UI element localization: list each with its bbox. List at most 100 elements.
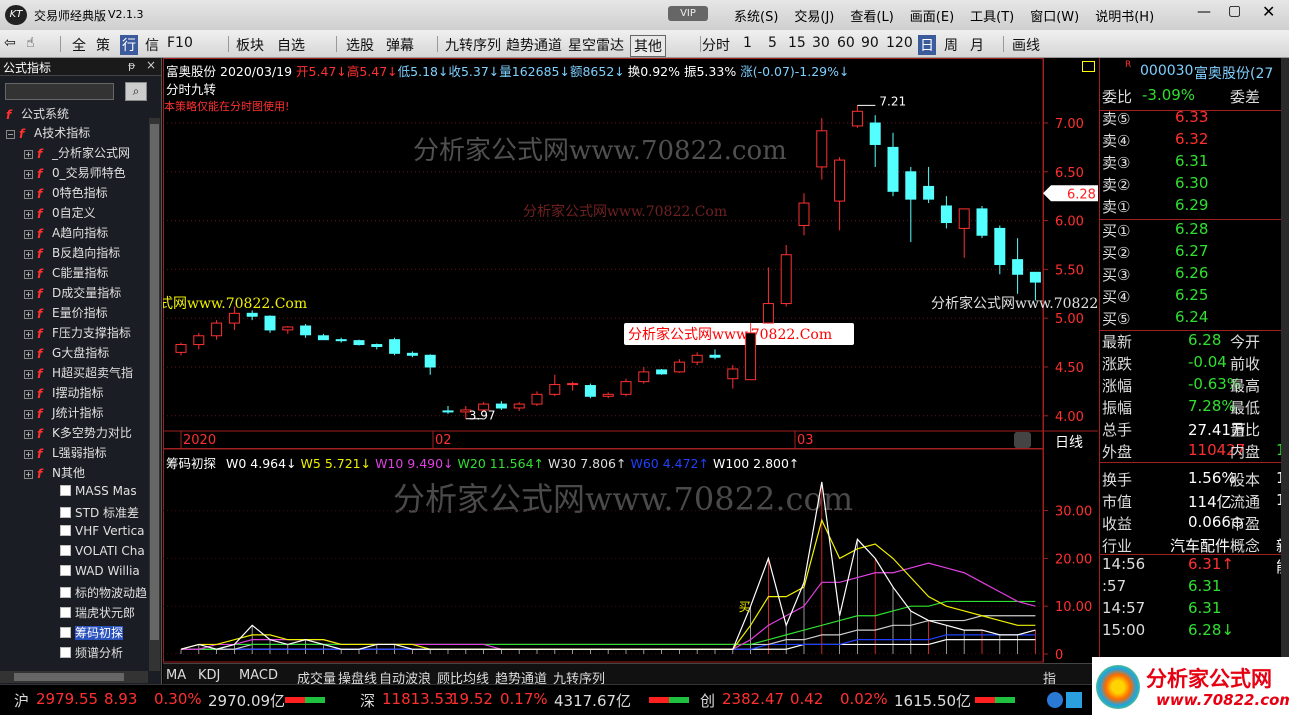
kline-chart-svg[interactable]: 7.006.506.005.505.004.504.006.282020 02 03… <box>103 58 1135 684</box>
tree-item[interactable]: + f F压力支撑指标 <box>24 324 147 344</box>
toolbar-item-9[interactable]: 九转序列 <box>445 35 501 55</box>
close-button[interactable]: ✕ <box>1262 2 1275 21</box>
tree-item[interactable]: + f A趋向指标 <box>24 224 147 244</box>
tree-item[interactable]: + f H超买超卖气指 <box>24 364 147 384</box>
tree-item[interactable]: + f C能量指标 <box>24 264 147 284</box>
tree-item[interactable]: 筹码初探 <box>60 624 147 644</box>
toolbar-item-13[interactable]: 分时 <box>702 35 730 55</box>
tree-item[interactable]: + f I摆动指标 <box>24 384 147 404</box>
tree-item[interactable]: + f B反趋向指标 <box>24 244 147 264</box>
tree-item[interactable]: VOLATI Cha <box>60 544 147 564</box>
menu-item-5[interactable]: 窗口(W) <box>1030 10 1079 25</box>
period-label[interactable]: 日线 <box>1055 432 1083 452</box>
expand-icon[interactable]: + <box>24 330 33 339</box>
sidebar-search-input[interactable] <box>5 83 114 100</box>
search-icon[interactable]: ⌕ <box>125 82 147 101</box>
index-cy-name[interactable]: 创 <box>700 690 715 711</box>
chart-settings-icon[interactable] <box>1082 61 1095 72</box>
toolbar-item-0[interactable]: 全 <box>72 35 86 55</box>
expand-icon[interactable]: + <box>24 210 33 219</box>
vip-badge[interactable]: VIP <box>668 6 708 21</box>
tree-item[interactable]: + f L强弱指标 <box>24 444 147 464</box>
toolbar-item-24[interactable]: 画线 <box>1012 35 1040 55</box>
toolbar-item-20[interactable]: 120 <box>886 35 913 51</box>
hand-icon[interactable]: ☝ <box>26 35 35 51</box>
pin-icon[interactable]: ᵽ <box>128 59 135 72</box>
toolbar-item-12[interactable]: 其他 <box>630 35 666 57</box>
dollar-icon[interactable] <box>1047 692 1063 708</box>
toolbar-item-1[interactable]: 策 <box>96 35 110 55</box>
toolbar-item-7[interactable]: 选股 <box>346 35 374 55</box>
tab-0[interactable]: MA <box>166 668 186 683</box>
tree-item[interactable]: STD 标准差 <box>60 504 147 524</box>
period-selector-icon[interactable] <box>1014 432 1031 448</box>
expand-icon[interactable]: + <box>24 410 33 419</box>
tree-item[interactable]: + f J统计指标 <box>24 404 147 424</box>
tree-item[interactable]: + f E量价指标 <box>24 304 147 324</box>
index-sh-name[interactable]: 沪 <box>14 690 29 711</box>
tree-item[interactable]: − f A技术指标 <box>6 124 147 144</box>
toolbar-item-11[interactable]: 星空雷达 <box>568 35 624 55</box>
collapse-icon[interactable]: − <box>6 130 15 139</box>
buy-icon[interactable] <box>1066 692 1082 708</box>
tab-1[interactable]: KDJ <box>198 668 220 683</box>
tree-item[interactable]: + f D成交量指标 <box>24 284 147 304</box>
expand-icon[interactable]: + <box>24 430 33 439</box>
kline-chart-area[interactable]: 7.00 6.50 6.00 5.50 5.00 4.50 4.00 6.28 2020 02 03… <box>103 58 1135 687</box>
back-icon[interactable]: ⇦ <box>4 35 16 51</box>
toolbar-item-14[interactable]: 1 <box>743 35 752 51</box>
tree-item[interactable]: + f K多空势力对比 <box>24 424 147 444</box>
tree-item[interactable]: VHF Vertica <box>60 524 147 544</box>
toolbar-item-15[interactable]: 5 <box>768 35 777 51</box>
index-sz-name[interactable]: 深 <box>360 690 375 711</box>
tree-item[interactable]: + f _分析家公式网 <box>24 144 147 164</box>
menu-item-1[interactable]: 交易(J) <box>794 10 834 25</box>
tree-item[interactable]: 瑞虎状元郎 <box>60 604 147 624</box>
sidebar-hscroll[interactable] <box>0 671 148 683</box>
toolbar-item-3[interactable]: 信 <box>145 35 159 55</box>
expand-icon[interactable]: + <box>24 470 33 479</box>
tree-item[interactable]: + f 0_交易师特色 <box>24 164 147 184</box>
expand-icon[interactable]: + <box>24 190 33 199</box>
tree-item[interactable]: + f 0自定义 <box>24 204 147 224</box>
expand-icon[interactable]: + <box>24 310 33 319</box>
sidebar-scrollbar[interactable] <box>149 118 160 671</box>
expand-icon[interactable]: + <box>24 450 33 459</box>
toolbar-item-18[interactable]: 60 <box>837 35 855 51</box>
menu-item-0[interactable]: 系统(S) <box>734 10 778 25</box>
tab-2[interactable]: MACD <box>239 668 278 683</box>
tree-item[interactable]: 频谱分析 <box>60 644 147 664</box>
menu-item-2[interactable]: 查看(L) <box>850 10 893 25</box>
menu-item-4[interactable]: 工具(T) <box>970 10 1014 25</box>
toolbar-item-6[interactable]: 自选 <box>277 35 305 55</box>
tree-item[interactable]: WAD Willia <box>60 564 147 584</box>
tree-item[interactable]: 标的物波动趋 <box>60 584 147 604</box>
tree-item[interactable]: + f G大盘指标 <box>24 344 147 364</box>
tree-item[interactable]: + f N其他 <box>24 464 147 484</box>
expand-icon[interactable]: + <box>24 230 33 239</box>
toolbar-item-23[interactable]: 月 <box>970 35 984 55</box>
sidebar-close-icon[interactable]: × <box>146 58 156 72</box>
toolbar-item-19[interactable]: 90 <box>861 35 879 51</box>
toolbar-item-21[interactable]: 日 <box>918 35 936 55</box>
expand-icon[interactable]: + <box>24 170 33 179</box>
sidebar-scroll-thumb[interactable] <box>150 124 159 640</box>
expand-icon[interactable]: + <box>24 270 33 279</box>
expand-icon[interactable]: + <box>24 390 33 399</box>
toolbar-item-17[interactable]: 30 <box>812 35 830 51</box>
toolbar-item-2[interactable]: 行 <box>120 35 138 55</box>
menu-item-6[interactable]: 说明书(H) <box>1095 10 1154 25</box>
toolbar-item-10[interactable]: 趋势通道 <box>506 35 562 55</box>
tree-item[interactable]: MASS Mas <box>60 484 147 504</box>
main-vscroll[interactable] <box>1281 58 1289 684</box>
toolbar-item-5[interactable]: 板块 <box>236 35 264 55</box>
toolbar-item-8[interactable]: 弹幕 <box>386 35 414 55</box>
menu-item-3[interactable]: 画面(E) <box>910 10 954 25</box>
toolbar-item-4[interactable]: F10 <box>167 35 193 51</box>
expand-icon[interactable]: + <box>24 370 33 379</box>
toolbar-item-16[interactable]: 15 <box>788 35 806 51</box>
minimize-button[interactable]: — <box>1197 4 1211 20</box>
expand-icon[interactable]: + <box>24 250 33 259</box>
tree-root[interactable]: f 公式系统 <box>6 105 69 125</box>
tree-item[interactable]: + f 0特色指标 <box>24 184 147 204</box>
